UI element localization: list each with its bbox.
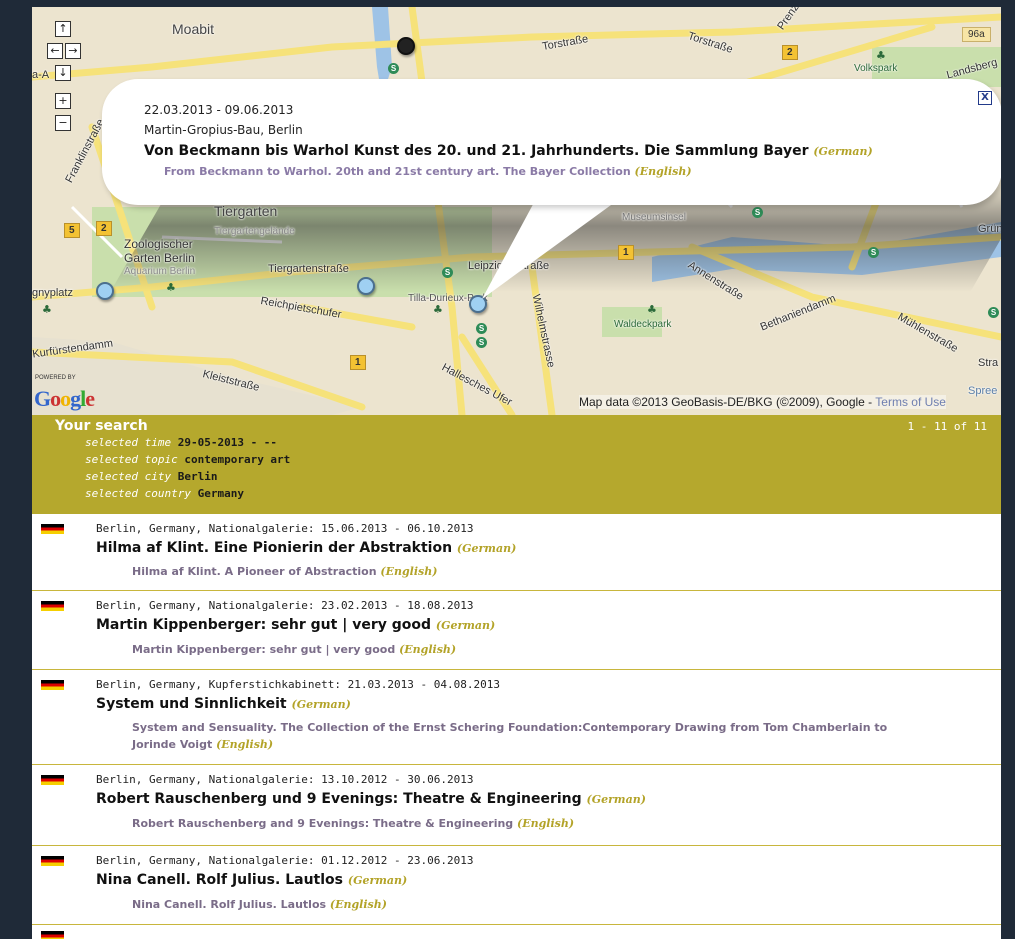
result-title-english-text[interactable]: Robert Rauschenberg and 9 Evenings: Thea… <box>132 817 513 830</box>
criteria-value: Germany <box>197 487 244 500</box>
criteria-value: Berlin <box>177 470 218 483</box>
criteria-label: selected topic <box>85 453 178 466</box>
result-title[interactable]: Nina Canell. Rolf Julius. Lautlos (Germa… <box>96 872 407 888</box>
language-tag: (English) <box>517 817 575 830</box>
map-attribution: Map data ©2013 GeoBasis-DE/BKG (©2009), … <box>579 395 946 409</box>
german-flag-icon <box>41 524 64 534</box>
google-logo-letter: g <box>70 386 81 411</box>
criteria-topic: selected topic contemporary art <box>85 453 290 466</box>
language-tag: (English) <box>380 565 438 578</box>
map-data-text: Map data ©2013 GeoBasis-DE/BKG (©2009), … <box>579 395 876 409</box>
map-view[interactable]: Moabit Torstraße Torstraße Prenz Volkspa… <box>32 7 1001 415</box>
result-item[interactable]: Berlin, Germany, Nationalgalerie: 23.02.… <box>32 591 1001 670</box>
language-tag: (German) <box>291 698 351 711</box>
results-list: Berlin, Germany, Nationalgalerie: 15.06.… <box>32 514 1001 939</box>
criteria-label: selected city <box>85 470 172 483</box>
exhibition-dates: 22.03.2013 - 09.06.2013 <box>144 103 294 117</box>
result-item[interactable]: Berlin, Germany, Kupferstichkabinett: 21… <box>32 670 1001 765</box>
result-title[interactable]: Martin Kippenberger: sehr gut | very goo… <box>96 617 495 633</box>
language-tag: (German) <box>456 542 517 555</box>
result-title[interactable]: Hilma af Klint. Eine Pionierin der Abstr… <box>96 540 516 556</box>
result-meta: Berlin, Germany, Nationalgalerie: 23.02.… <box>96 599 474 612</box>
result-title-text[interactable]: Martin Kippenberger: sehr gut | very goo… <box>96 617 431 633</box>
language-tag: (German) <box>435 619 496 632</box>
result-item[interactable]: Berlin, Germany, Nationalgalerie: 15.06.… <box>32 514 1001 591</box>
result-title-english-text[interactable]: Hilma af Klint. A Pioneer of Abstraction <box>132 565 377 578</box>
result-item[interactable]: Berlin, Germany, Nationalgalerie: 13.10.… <box>32 765 1001 846</box>
exhibition-title-text[interactable]: Von Beckmann bis Warhol Kunst des 20. un… <box>144 143 808 159</box>
exhibition-title-english[interactable]: From Beckmann to Warhol. 20th and 21st c… <box>144 165 964 178</box>
result-meta: Berlin, Germany, Nationalgalerie: 13.10.… <box>96 773 474 786</box>
criteria-label: selected country <box>85 487 191 500</box>
result-title-english[interactable]: Nina Canell. Rolf Julius. Lautlos (Engli… <box>132 896 912 913</box>
german-flag-icon <box>41 601 64 611</box>
language-tag: (German) <box>347 874 408 887</box>
result-item[interactable]: Berlin, Germany, Nationalgalerie: 01.12.… <box>32 846 1001 925</box>
result-meta: Berlin, Germany, Nationalgalerie: 01.12.… <box>96 854 474 867</box>
exhibition-title-english-text[interactable]: From Beckmann to Warhol. 20th and 21st c… <box>164 165 631 178</box>
german-flag-icon <box>41 680 64 690</box>
info-window-tail <box>482 197 622 299</box>
google-logo-letter: o <box>60 386 71 411</box>
result-title-english[interactable]: System and Sensuality. The Collection of… <box>132 719 912 753</box>
result-title-text[interactable]: Hilma af Klint. Eine Pionierin der Abstr… <box>96 540 452 556</box>
search-title: Your search <box>55 418 148 434</box>
result-title[interactable]: Robert Rauschenberg und 9 Evenings: Thea… <box>96 791 646 807</box>
google-logo-letter: o <box>50 386 61 411</box>
exhibition-title[interactable]: Von Beckmann bis Warhol Kunst des 20. un… <box>144 143 964 159</box>
result-title-text[interactable]: Robert Rauschenberg und 9 Evenings: Thea… <box>96 791 582 807</box>
result-title[interactable]: System und Sinnlichkeit (German) <box>96 696 351 712</box>
search-summary: Your search 1 - 11 of 11 selected time 2… <box>32 415 1001 514</box>
german-flag-icon <box>41 856 64 866</box>
criteria-city: selected city Berlin <box>85 470 217 483</box>
language-tag: (German) <box>813 145 873 158</box>
terms-of-use-link[interactable]: Terms of Use <box>875 395 946 409</box>
language-tag: (English) <box>634 165 692 178</box>
german-flag-icon <box>41 931 64 939</box>
result-count: 1 - 11 of 11 <box>907 420 987 433</box>
result-title-english[interactable]: Robert Rauschenberg and 9 Evenings: Thea… <box>132 815 912 832</box>
result-title-english-text[interactable]: Martin Kippenberger: sehr gut | very goo… <box>132 643 395 656</box>
criteria-time: selected time 29-05-2013 - -- <box>85 436 277 449</box>
result-title-text[interactable]: System und Sinnlichkeit <box>96 696 287 712</box>
language-tag: (English) <box>329 898 387 911</box>
result-meta: Berlin, Germany, Kupferstichkabinett: 21… <box>96 678 500 691</box>
result-title-english[interactable]: Hilma af Klint. A Pioneer of Abstraction… <box>132 563 912 580</box>
criteria-value: 29-05-2013 - -- <box>177 436 278 449</box>
result-title-english-text[interactable]: Nina Canell. Rolf Julius. Lautlos <box>132 898 326 911</box>
criteria-country: selected country Germany <box>85 487 244 500</box>
google-logo-letter: G <box>34 386 51 411</box>
language-tag: (German) <box>586 793 646 806</box>
result-item[interactable] <box>32 925 1001 939</box>
criteria-label: selected time <box>85 436 172 449</box>
result-meta: Berlin, Germany, Nationalgalerie: 15.06.… <box>96 522 474 535</box>
google-logo[interactable]: Google <box>34 386 95 412</box>
info-window: X 22.03.2013 - 09.06.2013 Martin-Gropius… <box>102 79 1001 205</box>
criteria-value: contemporary art <box>184 453 291 466</box>
result-title-english[interactable]: Martin Kippenberger: sehr gut | very goo… <box>132 641 912 658</box>
result-title-text[interactable]: Nina Canell. Rolf Julius. Lautlos <box>96 872 343 888</box>
language-tag: (English) <box>216 738 274 751</box>
page-frame: Moabit Torstraße Torstraße Prenz Volkspa… <box>32 7 1001 939</box>
exhibition-venue: Martin-Gropius-Bau, Berlin <box>144 123 303 137</box>
google-logo-letter: e <box>85 386 95 411</box>
close-icon[interactable]: X <box>978 91 992 105</box>
german-flag-icon <box>41 775 64 785</box>
powered-by-label: POWERED BY <box>35 375 76 381</box>
language-tag: (English) <box>399 643 457 656</box>
